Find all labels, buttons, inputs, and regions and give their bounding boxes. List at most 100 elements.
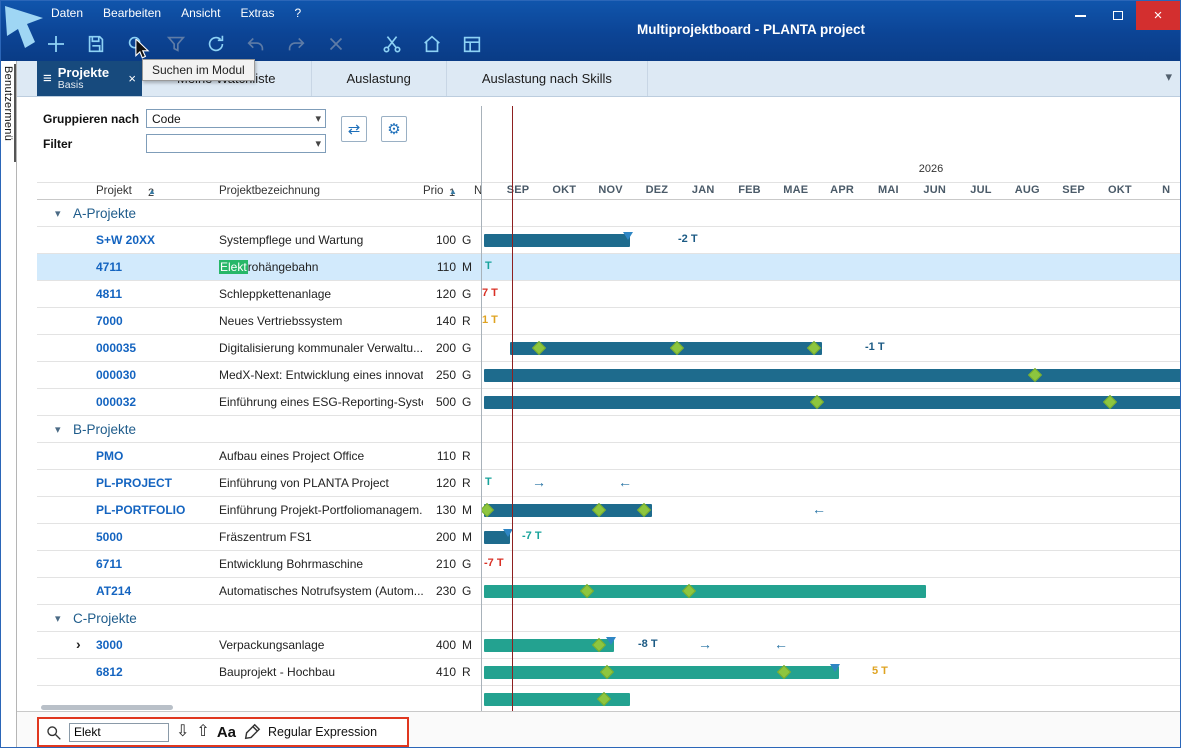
col-prio[interactable]: Prio [423, 185, 443, 197]
menu-item-extras[interactable]: Extras [240, 6, 274, 20]
gantt-bar[interactable] [484, 585, 926, 598]
menu-item-help[interactable]: ? [294, 6, 301, 20]
project-row[interactable]: PL-PORTFOLIOEinführung Projekt-Portfolio… [37, 497, 1181, 524]
refresh-button[interactable] [201, 30, 231, 58]
group-by-select[interactable]: Code ▾ [146, 109, 326, 128]
funnel-icon [165, 33, 187, 55]
user-menu-strip[interactable]: Benutzermenü [1, 61, 17, 747]
board-button[interactable] [457, 30, 487, 58]
match-case-button[interactable]: Aa [217, 724, 236, 741]
project-row[interactable]: 4811Schleppkettenanlage120G7 T [37, 281, 1181, 308]
highlighter-icon[interactable] [243, 723, 261, 741]
project-id-link[interactable]: PL-PROJECT [63, 476, 219, 490]
filter-button[interactable] [161, 30, 191, 58]
project-name: Automatisches Notrufsystem (Autom... [219, 584, 423, 598]
filter-select[interactable]: ▾ [146, 134, 326, 153]
col-projekt[interactable]: Projekt [96, 185, 132, 197]
tools-button[interactable] [377, 30, 407, 58]
find-input[interactable] [69, 723, 169, 742]
project-id-link[interactable]: 000032 [63, 395, 219, 409]
reset-layout-button[interactable]: ⇄ [341, 116, 367, 142]
project-row[interactable]: 6812Bauprojekt - Hochbau410R5 T [37, 659, 1181, 686]
undo-button[interactable] [241, 30, 271, 58]
project-row[interactable]: AT214Automatisches Notrufsystem (Autom..… [37, 578, 1181, 605]
horizontal-scrollbar[interactable] [41, 705, 173, 710]
collapse-chevron-icon[interactable]: ▾ [55, 207, 61, 220]
tab-auslastung-nach-skills[interactable]: Auslastung nach Skills [447, 61, 648, 96]
tab-auslastung[interactable]: Auslastung [312, 61, 447, 96]
project-row[interactable]: ›3000Verpackungsanlage400M-8 T→← [37, 632, 1181, 659]
project-id-link[interactable]: AT214 [63, 584, 219, 598]
collapse-chevron-icon[interactable]: ▾ [55, 612, 61, 625]
gantt-bar[interactable] [484, 504, 652, 517]
project-row[interactable]: PMOAufbau eines Project Office110R [37, 443, 1181, 470]
project-id-link[interactable]: 4711 [63, 260, 219, 274]
month-label: FEB [738, 184, 761, 196]
project-id-link[interactable]: 3000 [63, 638, 219, 652]
regex-toggle-label[interactable]: Regular Expression [268, 725, 377, 739]
project-row[interactable]: S+W 20XXSystempflege und Wartung100G-2 T [37, 227, 1181, 254]
new-button[interactable] [41, 30, 71, 58]
project-row[interactable]: 000030MedX-Next: Entwicklung eines innov… [37, 362, 1181, 389]
project-name: Aufbau eines Project Office [219, 449, 423, 463]
project-row[interactable]: 000035Digitalisierung kommunaler Verwalt… [37, 335, 1181, 362]
gantt-row: -7 T [482, 551, 1181, 577]
project-id-link[interactable]: 6711 [63, 557, 219, 571]
gantt-row [482, 362, 1181, 388]
project-row-left: 7000Neues Vertriebssystem140R [37, 308, 482, 334]
project-row-left: PL-PROJECTEinführung von PLANTA Project1… [37, 470, 482, 496]
gantt-bar[interactable] [510, 342, 822, 355]
group-row[interactable]: ▾A-Projekte [37, 200, 1181, 227]
mouse-cursor-icon [134, 39, 150, 59]
minimize-button[interactable] [1062, 1, 1099, 30]
project-row[interactable]: PL-PROJECTEinführung von PLANTA Project1… [37, 470, 1181, 497]
hamburger-icon[interactable]: ≡ [43, 71, 52, 86]
home-button[interactable] [417, 30, 447, 58]
expand-chevron-icon[interactable]: › [76, 636, 81, 652]
project-id-link[interactable]: 000035 [63, 341, 219, 355]
panel-splitter[interactable] [481, 106, 482, 711]
project-prio: 140 [423, 314, 456, 328]
project-id-link[interactable]: S+W 20XX [63, 233, 219, 247]
project-id-link[interactable]: 5000 [63, 530, 219, 544]
group-row[interactable]: ▾C-Projekte [37, 605, 1181, 632]
cancel-button[interactable] [321, 30, 351, 58]
settings-button[interactable]: ⚙ [381, 116, 407, 142]
project-id-link[interactable]: PMO [63, 449, 219, 463]
month-label: N [1162, 184, 1170, 196]
project-row[interactable]: 6711Entwicklung Bohrmaschine210G-7 T [37, 551, 1181, 578]
project-id-link[interactable]: 6812 [63, 665, 219, 679]
find-next-button[interactable]: ⇩ [176, 724, 189, 740]
tab-close-icon[interactable]: × [128, 71, 136, 86]
month-label: SEP [507, 184, 530, 196]
month-label: OKT [1108, 184, 1132, 196]
project-row[interactable] [37, 686, 1181, 711]
menu-item-daten[interactable]: Daten [51, 6, 83, 20]
minimize-icon [1075, 15, 1086, 17]
project-row[interactable]: 4711Elektrohängebahn110MT [37, 254, 1181, 281]
gantt-bar[interactable] [484, 396, 1181, 409]
tab-overflow-chevron-icon[interactable]: ▾ [1165, 69, 1172, 85]
gantt-bar[interactable] [484, 369, 1181, 382]
project-id-link[interactable]: 4811 [63, 287, 219, 301]
col-projektbezeichnung[interactable]: Projektbezeichnung [219, 185, 320, 197]
group-name: B-Projekte [73, 422, 136, 437]
tab-projekte-basis[interactable]: ≡ Projekte Basis × [37, 61, 142, 96]
redo-button[interactable] [281, 30, 311, 58]
project-row[interactable]: 000032Einführung eines ESG-Reporting-Sys… [37, 389, 1181, 416]
maximize-button[interactable] [1099, 1, 1136, 30]
find-previous-button[interactable]: ⇧ [196, 724, 209, 740]
menu-item-ansicht[interactable]: Ansicht [181, 6, 220, 20]
project-id-link[interactable]: 7000 [63, 314, 219, 328]
collapse-chevron-icon[interactable]: ▾ [55, 423, 61, 436]
project-id-link[interactable]: 000030 [63, 368, 219, 382]
group-row[interactable]: ▾ B-Projekte [37, 416, 1181, 443]
gantt-row: 7 T [482, 281, 1181, 307]
project-row[interactable]: 7000Neues Vertriebssystem140R1 T [37, 308, 1181, 335]
close-button[interactable]: × [1136, 1, 1180, 30]
menu-item-bearbeiten[interactable]: Bearbeiten [103, 6, 161, 20]
project-id-link[interactable]: PL-PORTFOLIO [63, 503, 219, 517]
project-row[interactable]: 5000Fräszentrum FS1200M-7 T [37, 524, 1181, 551]
gantt-bar[interactable] [484, 234, 630, 247]
save-button[interactable] [81, 30, 111, 58]
